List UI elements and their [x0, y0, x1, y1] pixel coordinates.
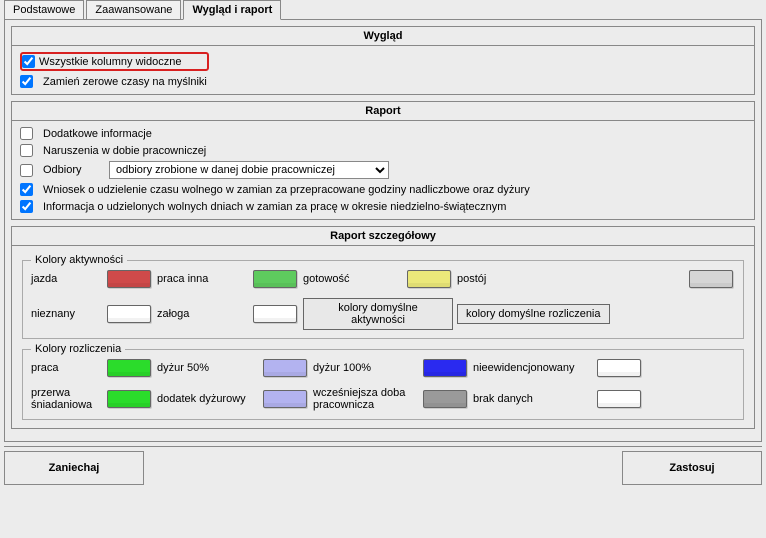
checkbox-days-off-info[interactable]: [20, 200, 33, 213]
swatch-praca[interactable]: [107, 359, 151, 377]
swatch-zaloga[interactable]: [253, 305, 297, 323]
swatch-przerwa[interactable]: [107, 390, 151, 408]
swatch-gotowosc[interactable]: [407, 270, 451, 288]
label-request-free-time: Wniosek o udzielenie czasu wolnego w zam…: [43, 184, 530, 196]
label-violations: Naruszenia w dobie pracowniczej: [43, 145, 206, 157]
btn-default-settlement-colors[interactable]: kolory domyślne rozliczenia: [457, 304, 610, 324]
select-pickups[interactable]: odbiory zrobione w danej dobie pracownic…: [109, 161, 389, 179]
checkbox-request-free-time[interactable]: [20, 183, 33, 196]
fieldset-activity-colors: Kolory aktywności jazda praca inna gotow…: [22, 254, 744, 339]
checkbox-all-columns-visible[interactable]: [22, 55, 35, 68]
label-extra-info: Dodatkowe informacje: [43, 128, 152, 140]
label-days-off-info: Informacja o udzielonych wolnych dniach …: [43, 201, 506, 213]
label-jazda: jazda: [31, 273, 103, 285]
swatch-praca-inna[interactable]: [253, 270, 297, 288]
cancel-button[interactable]: Zaniechaj: [4, 451, 144, 485]
swatch-dodatek[interactable]: [263, 390, 307, 408]
label-praca-inna: praca inna: [157, 273, 249, 285]
label-zaloga: załoga: [157, 308, 249, 320]
label-pickups: Odbiory: [43, 164, 103, 176]
label-all-columns-visible: Wszystkie kolumny widoczne: [39, 56, 181, 68]
legend-activity-colors: Kolory aktywności: [31, 254, 127, 266]
label-nieewid: nieewidencjonowany: [473, 362, 593, 374]
label-gotowosc: gotowość: [303, 273, 403, 285]
checkbox-zero-to-dash[interactable]: [20, 75, 33, 88]
label-dyzur100: dyżur 100%: [313, 362, 419, 374]
group-header-appearance: Wygląd: [12, 27, 754, 46]
label-dodatek: dodatek dyżurowy: [157, 393, 259, 405]
label-zero-to-dash: Zamień zerowe czasy na myślniki: [43, 76, 207, 88]
tab-advanced[interactable]: Zaawansowane: [86, 0, 181, 19]
group-appearance: Wygląd Wszystkie kolumny widoczne Zamień…: [11, 26, 755, 95]
fieldset-settlement-colors: Kolory rozliczenia praca dyżur 50% dyżur…: [22, 343, 744, 420]
checkbox-pickups[interactable]: [20, 164, 33, 177]
legend-settlement-colors: Kolory rozliczenia: [31, 343, 125, 355]
label-nieznany: nieznany: [31, 308, 103, 320]
tab-panel: Wygląd Wszystkie kolumny widoczne Zamień…: [4, 19, 762, 442]
btn-default-activity-colors[interactable]: kolory domyślne aktywności: [303, 298, 453, 330]
swatch-nieznany[interactable]: [107, 305, 151, 323]
swatch-postoj[interactable]: [689, 270, 733, 288]
label-wczesniejsza: wcześniejsza doba pracownicza: [313, 387, 419, 411]
swatch-brak[interactable]: [597, 390, 641, 408]
group-header-report: Raport: [12, 102, 754, 121]
footer: Zaniechaj Zastosuj: [4, 446, 762, 489]
swatch-dyzur50[interactable]: [263, 359, 307, 377]
swatch-dyzur100[interactable]: [423, 359, 467, 377]
label-postoj: postój: [457, 273, 685, 285]
swatch-jazda[interactable]: [107, 270, 151, 288]
group-detail-report: Raport szczegółowy Kolory aktywności jaz…: [11, 226, 755, 429]
label-dyzur50: dyżur 50%: [157, 362, 259, 374]
highlighted-option: Wszystkie kolumny widoczne: [20, 52, 209, 71]
swatch-wczesniejsza[interactable]: [423, 390, 467, 408]
group-header-detail: Raport szczegółowy: [12, 227, 754, 246]
group-report: Raport Dodatkowe informacje Naruszenia w…: [11, 101, 755, 220]
apply-button[interactable]: Zastosuj: [622, 451, 762, 485]
checkbox-extra-info[interactable]: [20, 127, 33, 140]
label-przerwa: przerwa śniadaniowa: [31, 387, 103, 411]
swatch-nieewid[interactable]: [597, 359, 641, 377]
checkbox-violations[interactable]: [20, 144, 33, 157]
label-praca: praca: [31, 362, 103, 374]
label-brak: brak danych: [473, 393, 593, 405]
tab-appearance-report[interactable]: Wygląd i raport: [183, 0, 281, 20]
tab-basic[interactable]: Podstawowe: [4, 0, 84, 19]
